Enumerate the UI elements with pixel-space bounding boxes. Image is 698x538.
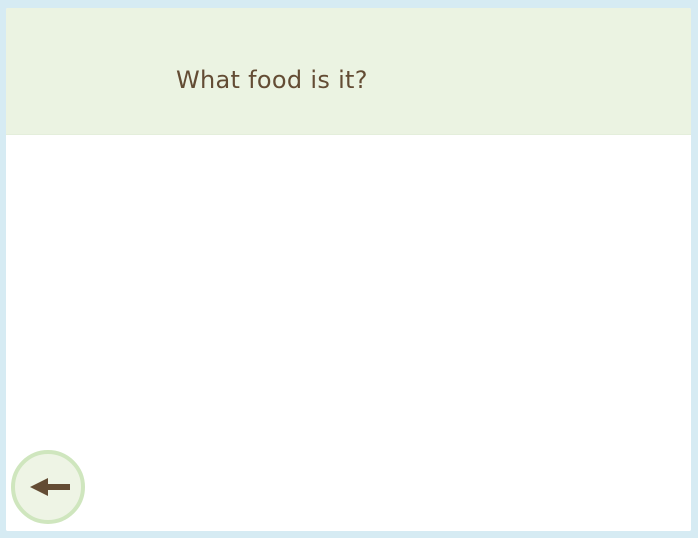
answer-area (6, 135, 691, 531)
question-text: What food is it? (176, 66, 368, 94)
question-header: What food is it? (6, 8, 691, 135)
arrow-left-icon (30, 478, 70, 496)
back-button[interactable] (11, 450, 85, 524)
activity-panel: What food is it? (6, 8, 691, 531)
